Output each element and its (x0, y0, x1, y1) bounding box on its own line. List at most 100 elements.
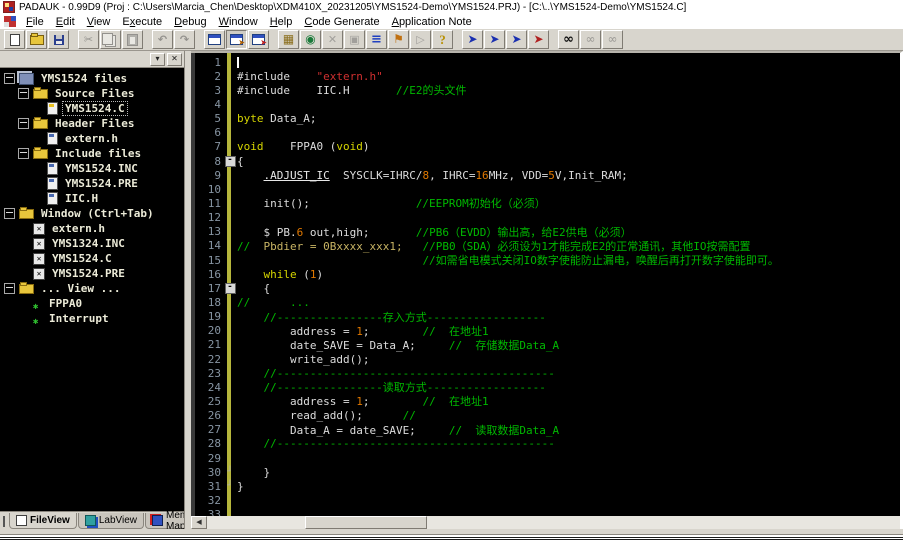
code-line-3[interactable]: 3#include IIC.H //E2的头文件 (191, 83, 900, 97)
tree-item-header-files[interactable]: Header Files (2, 116, 184, 131)
cut-button[interactable] (78, 30, 99, 49)
code-line-14[interactable]: 14// Pbdier = 0Bxxxx_xxx1; //PB0（SDA）必须设… (191, 239, 900, 253)
code-line-12[interactable]: 12 (191, 211, 900, 225)
panel-close-button[interactable]: ✕ (167, 53, 182, 66)
code-line-23[interactable]: 23 //-----------------------------------… (191, 366, 900, 380)
debug-run-button[interactable] (462, 30, 483, 49)
code-line-2[interactable]: 2#include "extern.h" (191, 69, 900, 83)
window-project-button[interactable] (248, 30, 269, 49)
tab-fileview[interactable]: FileView (9, 513, 77, 529)
paste-button[interactable] (122, 30, 143, 49)
code-line-29[interactable]: 29 (191, 451, 900, 465)
tree-item--view-[interactable]: ... View ... (2, 281, 184, 296)
menu-help[interactable]: Help (264, 16, 299, 28)
menu-file[interactable]: File (20, 16, 50, 28)
fold-collapse-icon[interactable]: - (225, 156, 236, 167)
tree-item-yms1524-pre[interactable]: YMS1524.PRE (2, 266, 184, 281)
debug-step-into-button[interactable] (484, 30, 505, 49)
code-line-31[interactable]: 31┘} (191, 479, 900, 493)
code-line-30[interactable]: 30┘ } (191, 465, 900, 479)
code-line-24[interactable]: 24 //----------------读取方式---------------… (191, 380, 900, 394)
rebuild-button[interactable] (344, 30, 365, 49)
find-next-button[interactable] (580, 30, 601, 49)
find-prev-button[interactable] (602, 30, 623, 49)
code-line-15[interactable]: 15 //如需省电模式关闭IO数字使能防止漏电，唤醒后再打开数字使能即可。 (191, 253, 900, 267)
code-line-26[interactable]: 26 read_add(); // (191, 409, 900, 423)
tree-item-extern-h[interactable]: extern.h (2, 221, 184, 236)
tree-item-include-files[interactable]: Include files (2, 146, 184, 161)
tree-item-yms1524-c[interactable]: YMS1524.C (2, 251, 184, 266)
scroll-left-arrow-icon[interactable]: ◀ (191, 516, 207, 529)
menu-edit[interactable]: Edit (50, 16, 81, 28)
panel-dock-menu-button[interactable]: ▾ (150, 53, 165, 66)
tree-item-iic-h[interactable]: IIC.H (2, 191, 184, 206)
new-button[interactable] (4, 30, 25, 49)
code-line-28[interactable]: 28 //-----------------------------------… (191, 437, 900, 451)
redo-button[interactable] (174, 30, 195, 49)
collapse-icon[interactable] (4, 283, 15, 294)
code-line-19[interactable]: 19 //----------------存入方式---------------… (191, 310, 900, 324)
collapse-icon[interactable] (4, 208, 15, 219)
menu-application-note[interactable]: Application Note (386, 16, 478, 28)
menu-debug[interactable]: Debug (168, 16, 212, 28)
tree-item-window-ctrl-tab-[interactable]: Window (Ctrl+Tab) (2, 206, 184, 221)
code-line-4[interactable]: 4 (191, 97, 900, 111)
code-line-7[interactable]: 7void FPPA0 (void) (191, 140, 900, 154)
code-line-6[interactable]: 6 (191, 126, 900, 140)
copy-button[interactable] (100, 30, 121, 49)
collapse-icon[interactable] (4, 73, 15, 84)
window-output-button[interactable] (226, 30, 247, 49)
tree-item-yms1524-inc[interactable]: YMS1524.INC (2, 161, 184, 176)
collapse-icon[interactable] (18, 148, 29, 159)
tree-item-yms1324-inc[interactable]: YMS1324.INC (2, 236, 184, 251)
compile-button[interactable] (278, 30, 299, 49)
tab-labview[interactable]: LabView (78, 513, 144, 529)
window-cascade-button[interactable] (204, 30, 225, 49)
fold-collapse-icon[interactable]: - (225, 283, 236, 294)
document-system-icon[interactable] (4, 16, 16, 27)
code-line-1[interactable]: 1 (191, 55, 900, 69)
code-line-33[interactable]: 33 (191, 508, 900, 517)
editor-horizontal-scrollbar[interactable]: ◀ (191, 516, 900, 529)
scrollbar-track[interactable] (207, 516, 900, 529)
panel-splitter[interactable] (184, 51, 191, 529)
code-line-5[interactable]: 5byte Data_A; (191, 112, 900, 126)
code-line-32[interactable]: 32 (191, 493, 900, 507)
debug-step-over-button[interactable] (506, 30, 527, 49)
code-line-20[interactable]: 20 address = 1; // 在地址1 (191, 324, 900, 338)
code-line-9[interactable]: 9 .ADJUST_IC SYSCLK=IHRC/8, IHRC=16MHz, … (191, 168, 900, 182)
find-button[interactable] (558, 30, 579, 49)
menu-execute[interactable]: Execute (116, 16, 168, 28)
tree-item-fppa0[interactable]: FPPA0 (2, 296, 184, 311)
build-button[interactable] (300, 30, 321, 49)
program-writer-button[interactable] (388, 30, 409, 49)
simulate-button[interactable] (410, 30, 431, 49)
code-line-25[interactable]: 25 address = 1; // 在地址1 (191, 394, 900, 408)
tree-item-extern-h[interactable]: extern.h (2, 131, 184, 146)
collapse-icon[interactable] (18, 88, 29, 99)
code-line-16[interactable]: 16 while (1) (191, 267, 900, 281)
code-area[interactable]: 12#include "extern.h"3#include IIC.H //E… (191, 53, 900, 516)
save-button[interactable] (48, 30, 69, 49)
tree-item-yms1524-pre[interactable]: YMS1524.PRE (2, 176, 184, 191)
code-line-22[interactable]: 22 write_add(); (191, 352, 900, 366)
scrollbar-thumb[interactable] (305, 516, 427, 529)
tree-item-yms1524-files[interactable]: YMS1524 files (2, 71, 184, 86)
code-line-18[interactable]: 18// ... (191, 295, 900, 309)
menu-code-generate[interactable]: Code Generate (298, 16, 385, 28)
code-line-8[interactable]: 8-{ (191, 154, 900, 168)
menu-view[interactable]: View (81, 16, 117, 28)
debug-reset-button[interactable] (528, 30, 549, 49)
code-option-button[interactable] (366, 30, 387, 49)
collapse-icon[interactable] (18, 118, 29, 129)
open-button[interactable] (26, 30, 47, 49)
code-line-17[interactable]: 17- { (191, 281, 900, 295)
stop-build-button[interactable] (322, 30, 343, 49)
code-line-10[interactable]: 10 (191, 182, 900, 196)
tree-item-source-files[interactable]: Source Files (2, 86, 184, 101)
help-button[interactable] (432, 30, 453, 49)
code-line-13[interactable]: 13 $ PB.6 out,high; //PB6（EVDD）输出高，给E2供电… (191, 225, 900, 239)
panel-corner-button[interactable] (3, 516, 5, 527)
undo-button[interactable] (152, 30, 173, 49)
code-line-27[interactable]: 27 Data_A = date_SAVE; // 读取数据Data_A (191, 423, 900, 437)
